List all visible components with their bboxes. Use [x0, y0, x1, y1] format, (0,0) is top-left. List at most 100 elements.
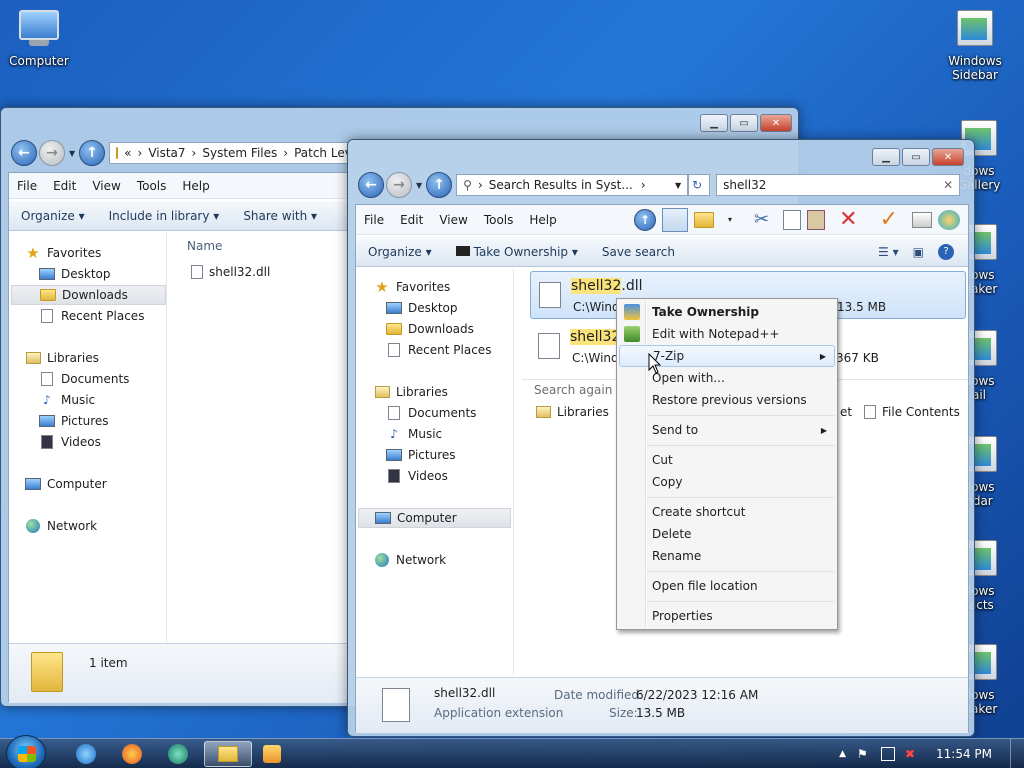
breadcrumb-vista7[interactable]: Vista7	[148, 146, 185, 160]
nav-desktop[interactable]: Desktop	[39, 264, 166, 284]
menu-item-rename[interactable]: Rename	[619, 545, 835, 567]
take-ownership-button[interactable]: Take Ownership ▾	[444, 245, 590, 259]
nav-network[interactable]: Network	[25, 516, 166, 536]
up-button[interactable]: ↑	[426, 172, 453, 198]
forward-button[interactable]: →	[39, 140, 65, 166]
menu-item-edit-notepad[interactable]: Edit with Notepad++	[619, 323, 835, 345]
search-box[interactable]: shell32 ✕	[716, 174, 961, 196]
show-hidden-icons-icon[interactable]: ▲	[839, 749, 846, 759]
search-again-internet[interactable]: et	[840, 405, 852, 419]
recent-pages-dropdown[interactable]: ▼	[69, 149, 75, 158]
include-in-library-button[interactable]: Include in library ▾	[97, 209, 232, 223]
menu-item-send-to[interactable]: Send to ▶	[619, 419, 835, 441]
nav-music[interactable]: ♪ Music	[39, 390, 166, 410]
taskbar-firefox[interactable]	[112, 741, 152, 767]
help-icon[interactable]: ?	[938, 243, 954, 260]
check-icon[interactable]: ✓	[872, 207, 906, 232]
menu-item-delete[interactable]: Delete	[619, 523, 835, 545]
nav-downloads[interactable]: Downloads	[11, 285, 166, 305]
taskbar-messenger[interactable]	[158, 741, 198, 767]
refresh-button[interactable]: ↻	[688, 174, 711, 196]
clock[interactable]: 11:54 PM	[936, 747, 992, 761]
organize-button[interactable]: Organize ▾	[9, 209, 97, 223]
shell-icon[interactable]	[938, 209, 960, 230]
menu-file[interactable]: File	[356, 213, 392, 227]
preview-pane-toggle-icon[interactable]: ▣	[913, 245, 924, 259]
menu-help[interactable]: Help	[521, 213, 564, 227]
menu-item-cut[interactable]: Cut	[619, 449, 835, 471]
nav-pictures[interactable]: Pictures	[386, 445, 513, 465]
up-arrow-icon[interactable]: ↑	[634, 208, 657, 231]
nav-libraries[interactable]: Libraries	[374, 382, 513, 402]
nav-pictures[interactable]: Pictures	[39, 411, 166, 431]
flag-icon[interactable]: ⚑	[857, 747, 871, 761]
clear-search-icon[interactable]: ✕	[943, 178, 953, 192]
menu-help[interactable]: Help	[174, 179, 217, 193]
nav-favorites[interactable]: ★ Favorites	[25, 243, 166, 263]
menu-edit[interactable]: Edit	[45, 179, 84, 193]
share-with-button[interactable]: Share with ▾	[231, 209, 329, 223]
breadcrumb-patch-level[interactable]: Patch Leve	[294, 146, 348, 160]
nav-computer[interactable]: Computer	[25, 474, 166, 494]
nav-recent-places[interactable]: Recent Places	[39, 306, 166, 326]
nav-videos[interactable]: Videos	[39, 432, 166, 452]
change-view-icon[interactable]: ☰ ▾	[878, 245, 899, 259]
address-bar[interactable]: « › Vista7 › System Files › Patch Leve	[109, 142, 350, 164]
properties-icon[interactable]	[912, 211, 932, 228]
search-again-file-contents[interactable]: File Contents	[864, 405, 960, 419]
nav-desktop[interactable]: Desktop	[386, 298, 513, 318]
show-desktop-button[interactable]	[1010, 739, 1024, 768]
address-bar[interactable]: ⚲ › Search Results in Syst... › ▼	[456, 174, 689, 196]
menu-item-create-shortcut[interactable]: Create shortcut	[619, 501, 835, 523]
back-button[interactable]: ←	[11, 140, 37, 166]
nav-favorites[interactable]: ★ Favorites	[374, 277, 513, 297]
back-button[interactable]: ←	[358, 172, 384, 198]
column-header-name[interactable]: Name	[187, 239, 222, 253]
breadcrumb-system-files[interactable]: System Files	[202, 146, 277, 160]
breadcrumb-overflow[interactable]: «	[124, 146, 131, 160]
close-button[interactable]: ✕	[760, 114, 792, 132]
up-button[interactable]: ↑	[79, 140, 106, 166]
taskbar-media-player[interactable]	[252, 741, 292, 767]
nav-documents[interactable]: Documents	[39, 369, 166, 389]
copy-icon[interactable]	[783, 209, 802, 230]
desktop-icon-windows-sidebar[interactable]: Windows Sidebar	[936, 10, 1014, 82]
nav-downloads[interactable]: Downloads	[386, 319, 513, 339]
menu-file[interactable]: File	[9, 179, 45, 193]
menu-view[interactable]: View	[84, 179, 128, 193]
desktop-icon-computer[interactable]: Computer	[0, 10, 78, 68]
file-item[interactable]: shell32.dll	[191, 265, 270, 279]
folder-options-icon[interactable]	[694, 211, 715, 228]
nav-music[interactable]: ♪ Music	[386, 424, 513, 444]
taskbar-internet-explorer[interactable]	[66, 741, 106, 767]
menu-item-properties[interactable]: Properties	[619, 605, 835, 627]
search-again-libraries[interactable]: Libraries	[536, 405, 609, 419]
address-dropdown-icon[interactable]: ▼	[675, 181, 681, 190]
maximize-button[interactable]: ▭	[902, 148, 930, 166]
menu-tools[interactable]: Tools	[129, 179, 175, 193]
start-button[interactable]	[6, 735, 46, 768]
breadcrumb-search-results[interactable]: Search Results in Syst...	[489, 178, 633, 192]
menu-view[interactable]: View	[431, 213, 475, 227]
nav-recent-places[interactable]: Recent Places	[386, 340, 513, 360]
nav-computer[interactable]: Computer	[358, 508, 511, 528]
close-button[interactable]: ✕	[932, 148, 964, 166]
minimize-button[interactable]: ▁	[700, 114, 728, 132]
nav-documents[interactable]: Documents	[386, 403, 513, 423]
cut-icon[interactable]: ✂	[746, 209, 777, 230]
dropdown-icon[interactable]: ▾	[720, 215, 740, 224]
organize-button[interactable]: Organize ▾	[356, 245, 444, 259]
taskbar-explorer[interactable]	[204, 741, 252, 767]
nav-network[interactable]: Network	[374, 550, 513, 570]
delete-icon[interactable]: ✕	[831, 207, 865, 232]
menu-edit[interactable]: Edit	[392, 213, 431, 227]
preview-pane-icon[interactable]	[662, 207, 689, 232]
volume-muted-icon[interactable]: ✖	[905, 747, 919, 761]
nav-libraries[interactable]: Libraries	[25, 348, 166, 368]
save-search-button[interactable]: Save search	[590, 245, 687, 259]
menu-item-copy[interactable]: Copy	[619, 471, 835, 493]
minimize-button[interactable]: ▁	[872, 148, 900, 166]
menu-item-take-ownership[interactable]: Take Ownership	[619, 301, 835, 323]
recent-pages-dropdown[interactable]: ▼	[416, 181, 422, 190]
menu-item-open-file-location[interactable]: Open file location	[619, 575, 835, 597]
